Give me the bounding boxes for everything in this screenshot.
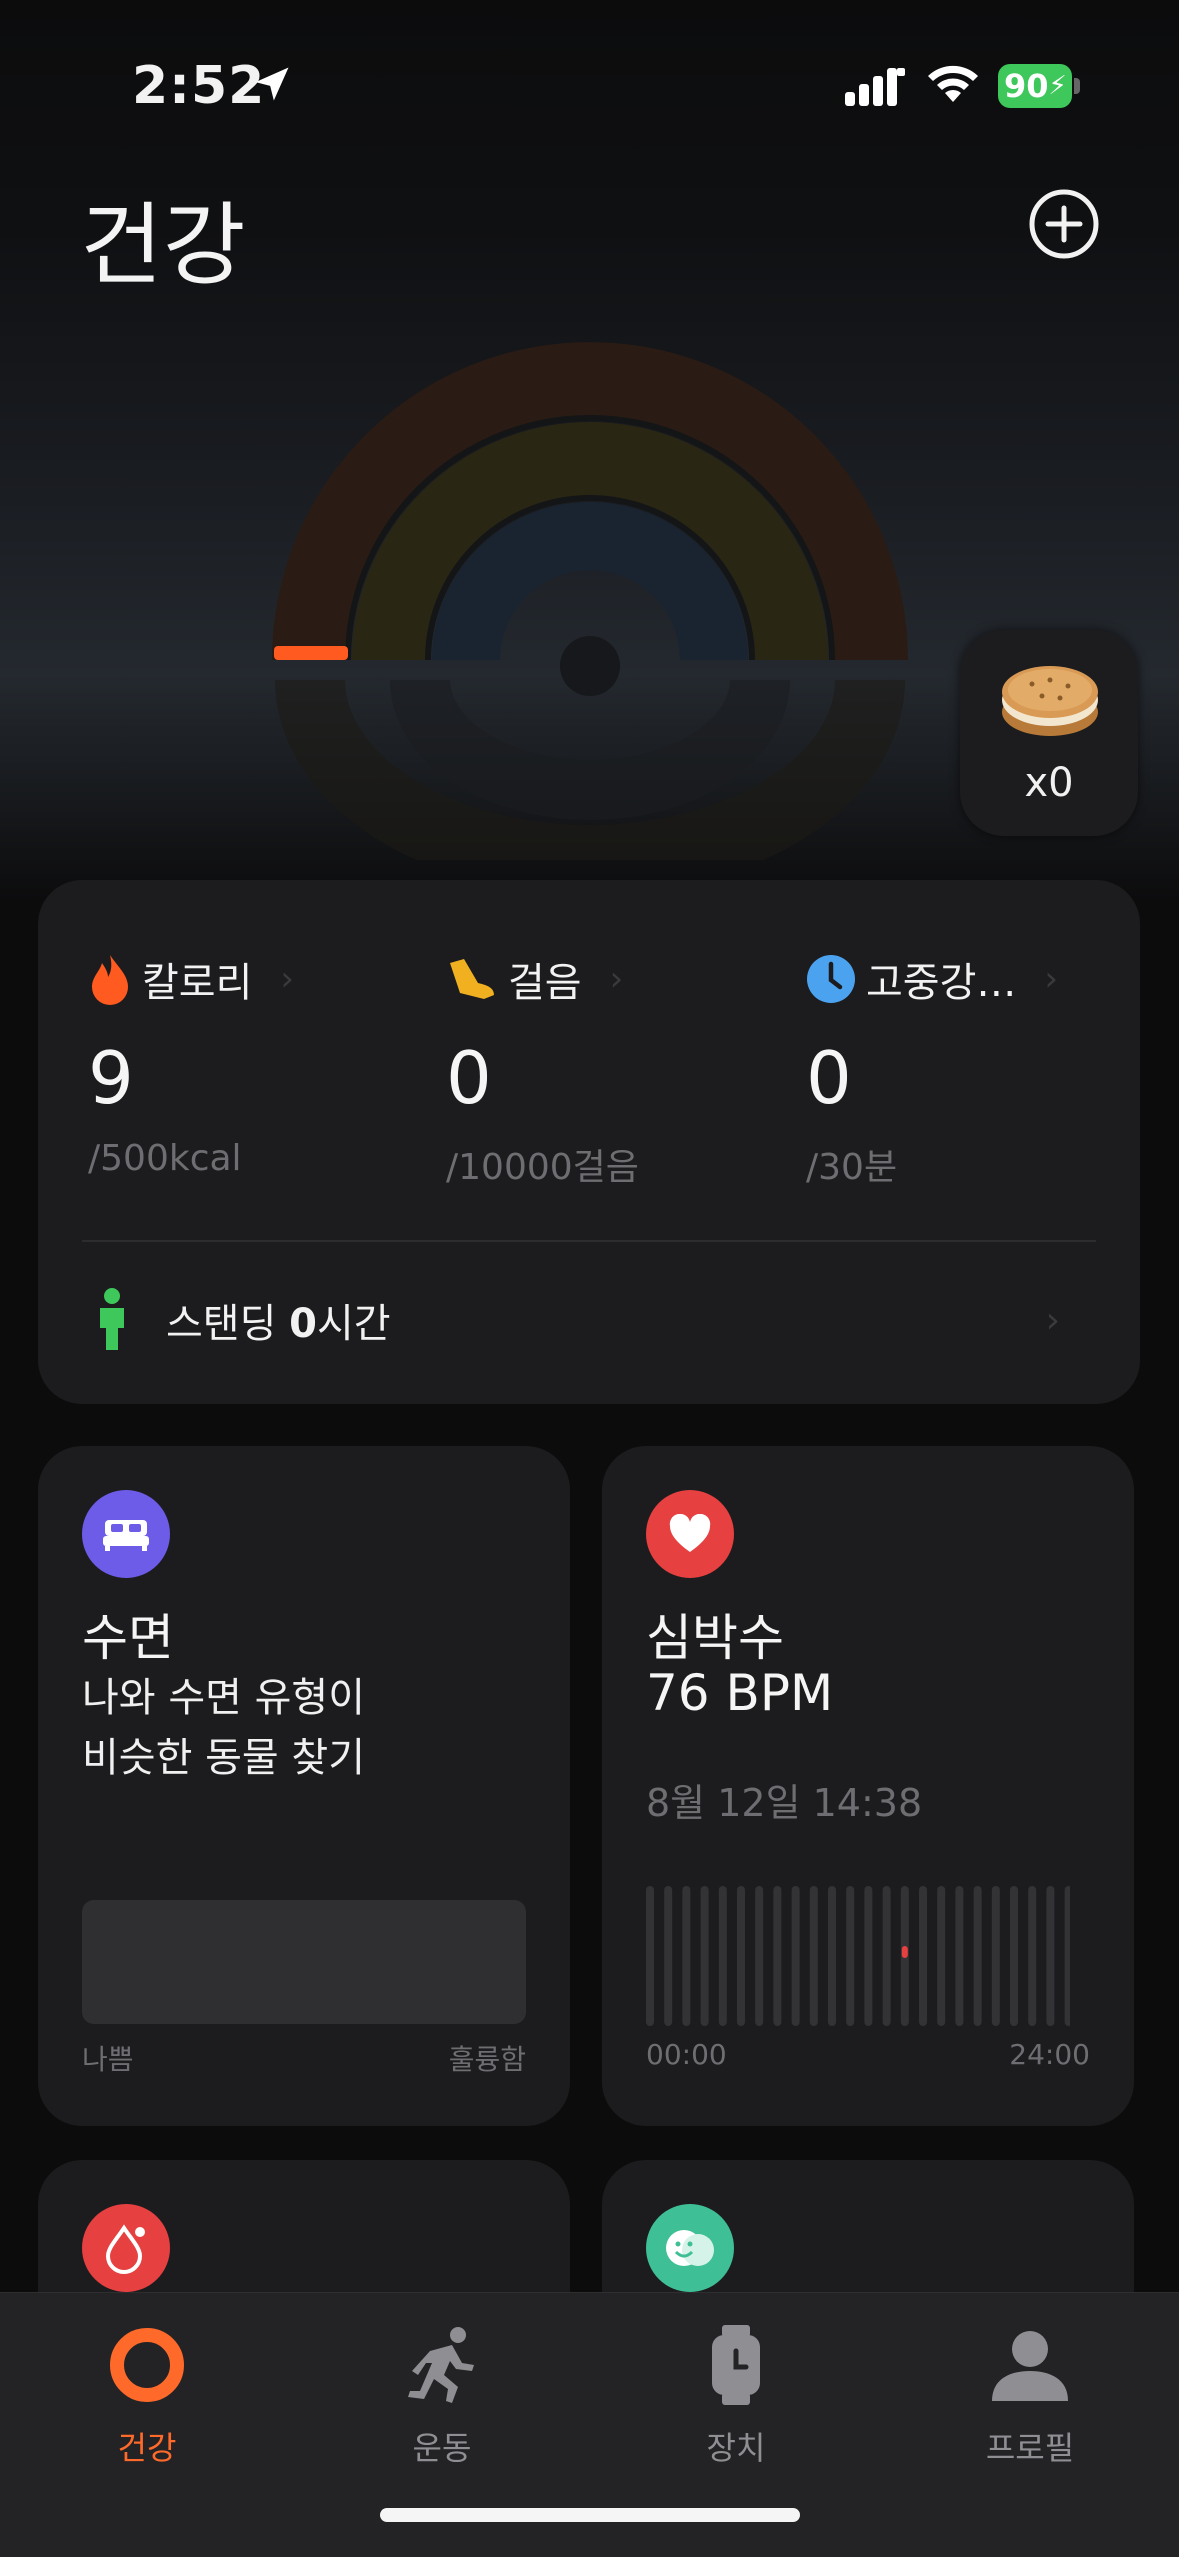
activity-summary-card[interactable]: 칼로리 › 9 /500kcal 걸음 › 0 /10000걸음 고중강… › … <box>38 880 1140 1404</box>
timeline-bar <box>955 1886 964 2026</box>
timeline-bar <box>1046 1886 1055 2026</box>
flame-icon <box>92 955 128 1005</box>
timeline-bar <box>1010 1886 1018 2026</box>
heart-rate-reading-mark <box>901 1946 908 1958</box>
calorie-metric[interactable]: 칼로리 › 9 /500kcal <box>88 950 418 1179</box>
timeline-bar <box>864 1886 873 2026</box>
tab-workout[interactable]: 운동 <box>342 2323 542 2469</box>
timeline-bar <box>646 1886 654 2026</box>
bed-icon <box>82 1490 170 1578</box>
standing-row[interactable]: 스탠딩 0시간 <box>94 1288 391 1352</box>
timeline-bar <box>809 1886 818 2026</box>
tab-profile-label: 프로필 <box>985 2429 1075 2467</box>
timeline-bar <box>755 1886 764 2026</box>
calorie-label: 칼로리 <box>142 960 253 1006</box>
health-ring-icon <box>110 2328 184 2402</box>
standing-value: 0 <box>289 1301 317 1347</box>
battery-level: 90 <box>1004 67 1049 105</box>
heart-icon <box>646 1490 734 1578</box>
sleep-quality-bar <box>82 1900 526 2024</box>
calorie-progress <box>274 646 348 660</box>
timeline-bar <box>919 1886 927 2026</box>
battery-indicator: 90 ⚡ <box>998 64 1080 108</box>
intensity-metric[interactable]: 고중강… › 0 /30분 <box>806 950 1136 1190</box>
timeline-bar <box>973 1886 982 2026</box>
sleep-scale-high: 훌륭함 <box>448 2043 526 2076</box>
standing-person-icon <box>100 1288 124 1350</box>
sleep-scale-low: 나쁨 <box>82 2043 134 2076</box>
timeline-bar <box>1064 1886 1070 2026</box>
steps-metric[interactable]: 걸음 › 0 /10000걸음 <box>446 950 776 1190</box>
cookie-reward-card[interactable]: x0 <box>960 630 1138 836</box>
shoe-icon <box>450 959 494 999</box>
tab-health-label: 건강 <box>117 2429 177 2467</box>
timeline-bar <box>700 1886 709 2026</box>
timeline-bar <box>882 1886 891 2026</box>
timeline-bar <box>718 1886 727 2026</box>
timeline-bar <box>682 1886 691 2026</box>
sleep-title: 수면 <box>82 1609 174 1667</box>
status-time: 2:52 <box>132 56 266 116</box>
timeline-bar <box>846 1886 855 2026</box>
tab-device-label: 장치 <box>706 2429 766 2467</box>
timeline-bar <box>773 1886 782 2026</box>
steps-label: 걸음 <box>508 960 582 1006</box>
page-title: 건강 <box>80 193 246 298</box>
cellular-signal-icon <box>845 68 905 106</box>
sleep-card[interactable]: 수면 나와 수면 유형이 비슷한 동물 찾기 나쁨 훌륭함 <box>38 1446 570 2126</box>
mood-faces-icon <box>646 2204 734 2292</box>
calorie-value: 9 <box>88 1036 134 1120</box>
heart-rate-value: 76 BPM <box>646 1664 834 1722</box>
activity-rings[interactable] <box>270 340 910 860</box>
person-icon <box>992 2331 1068 2401</box>
heart-rate-timeline <box>646 1886 1070 2026</box>
timeline-bar <box>1028 1886 1037 2026</box>
chevron-right-icon: › <box>1045 1300 1060 1341</box>
home-indicator <box>380 2508 800 2522</box>
steps-goal: /10000걸음 <box>446 1147 639 1188</box>
heart-title: 심박수 <box>646 1609 784 1667</box>
sleep-line-1: 나와 수면 유형이 <box>82 1675 366 1721</box>
clock-icon <box>807 955 855 1003</box>
chevron-right-icon: › <box>280 959 295 999</box>
tab-profile[interactable]: 프로필 <box>930 2323 1130 2469</box>
sleep-line-2: 비슷한 동물 찾기 <box>82 1735 366 1781</box>
intensity-value: 0 <box>806 1036 852 1120</box>
heart-rate-card[interactable]: 심박수 76 BPM 8월 12일 14:38 00:00 24:00 <box>602 1446 1134 2126</box>
watch-icon <box>712 2325 760 2405</box>
wifi-icon <box>928 65 978 102</box>
steps-value: 0 <box>446 1036 492 1120</box>
timeline-bar <box>937 1886 946 2026</box>
timeline-bar <box>991 1886 1000 2026</box>
tab-health[interactable]: 건강 <box>47 2323 247 2469</box>
heart-measure-time: 8월 12일 14:38 <box>646 1781 923 1825</box>
chevron-right-icon: › <box>609 959 624 999</box>
cookie-icon <box>1002 666 1098 736</box>
intensity-goal: /30분 <box>806 1147 898 1188</box>
chevron-right-icon: › <box>1044 959 1059 999</box>
timeline-bar <box>791 1886 800 2026</box>
standing-unit: 시간 <box>316 1301 391 1347</box>
timeline-bar <box>828 1886 836 2026</box>
tab-device[interactable]: 장치 <box>636 2323 836 2469</box>
location-arrow-icon <box>255 67 289 101</box>
tab-workout-label: 운동 <box>412 2429 472 2467</box>
heart-axis-end: 24:00 <box>1009 2038 1090 2071</box>
cookie-count: x0 <box>1024 760 1074 806</box>
divider <box>82 1240 1096 1242</box>
blood-oxygen-icon <box>82 2204 170 2292</box>
heart-axis-start: 00:00 <box>646 2038 727 2071</box>
calorie-goal: /500kcal <box>88 1138 242 1179</box>
timeline-bar <box>664 1886 673 2026</box>
timeline-bar <box>737 1886 745 2026</box>
add-button[interactable] <box>1028 188 1100 260</box>
standing-label: 스탠딩 <box>166 1301 277 1347</box>
running-icon <box>408 2327 474 2403</box>
intensity-label: 고중강… <box>866 960 1017 1006</box>
